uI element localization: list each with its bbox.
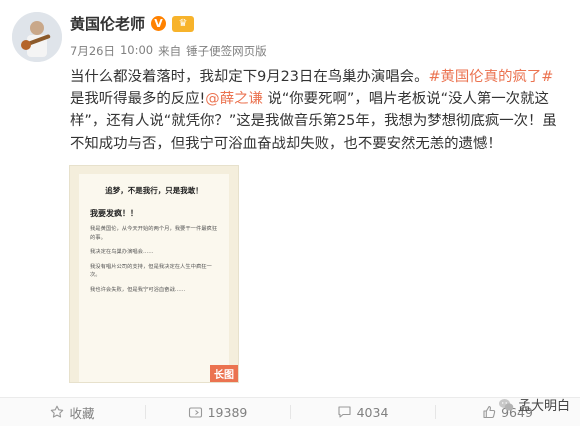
long-image-paragraph: 我没有唱片公司的支持，但是我决定在人生中疯狂一次。 xyxy=(90,263,212,279)
long-image-thumbnail[interactable]: 追梦，不是我行，只是我敢！ 我要发疯！！ 我是黄国伦，从今天开始的两个月，我要干… xyxy=(70,166,238,382)
post-text: 当什么都没着落时，我却定下9月23日在鸟巢办演唱会。#黄国伦真的疯了# 是我听得最… xyxy=(70,66,564,155)
hashtag-link[interactable]: #黄国伦真的疯了# xyxy=(428,69,553,85)
long-image-paragraph: 我决定在鸟巢办演唱会…… xyxy=(90,249,154,256)
comment-button[interactable]: 4034 xyxy=(290,398,435,426)
repost-icon xyxy=(188,406,202,418)
comment-count: 4034 xyxy=(356,404,389,420)
long-image-paragraph: 我也许会失败，但是我宁可浴血奋战…… xyxy=(90,286,186,293)
post-date[interactable]: 7月26日 xyxy=(70,43,115,59)
long-image-title: 追梦，不是我行，只是我敢！ xyxy=(105,186,203,195)
post-time[interactable]: 10:00 xyxy=(120,43,153,59)
avatar-photo xyxy=(12,12,62,62)
post-text-segment: 当什么都没着落时，我却定下9月23日在鸟巢办演唱会。 xyxy=(70,69,429,85)
long-image-tag: 长图 xyxy=(210,365,238,382)
repost-count: 19389 xyxy=(207,404,248,420)
verified-icon: V xyxy=(151,16,167,31)
long-image-paragraph: 我是黄国伦，从今天开始的两个月，我要干一件最疯狂的事。 xyxy=(90,226,218,241)
watermark: 孟大明白 xyxy=(498,395,570,414)
long-image-page: 追梦，不是我行，只是我敢！ 我要发疯！！ 我是黄国伦，从今天开始的两个月，我要干… xyxy=(79,174,229,382)
post-via-label: 来自 xyxy=(158,44,182,58)
post-meta: 7月26日 10:00 来自 锤子便签网页版 xyxy=(70,43,267,59)
action-bar: 收藏 19389 4034 9649 xyxy=(0,398,580,426)
watermark-text: 孟大明白 xyxy=(517,399,570,414)
post-text-segment: 是我听得最多的反应! xyxy=(70,91,206,108)
author-header: 黄国伦老师 V ♛ xyxy=(70,13,195,34)
author-name[interactable]: 黄国伦老师 xyxy=(70,13,145,34)
repost-button[interactable]: 19389 xyxy=(145,398,290,426)
member-crown-icon: ♛ xyxy=(172,15,195,32)
long-image-subtitle: 我要发疯！！ xyxy=(90,209,138,218)
comment-icon xyxy=(338,406,351,418)
thumbs-up-icon xyxy=(483,406,496,419)
favorite-button[interactable]: 收藏 xyxy=(0,398,145,426)
wechat-icon xyxy=(498,398,514,411)
star-icon xyxy=(51,405,64,418)
author-avatar[interactable] xyxy=(12,12,62,62)
favorite-label: 收藏 xyxy=(69,405,95,421)
post-client[interactable]: 锤子便签网页版 xyxy=(186,43,267,59)
mention-link[interactable]: @薛之谦 xyxy=(205,91,263,107)
